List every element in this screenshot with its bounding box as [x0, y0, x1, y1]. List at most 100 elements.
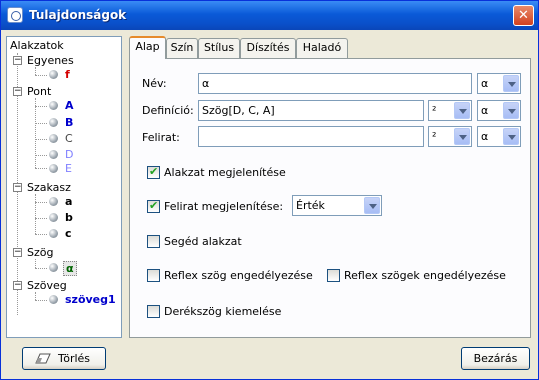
tab-alap[interactable]: Alap	[129, 36, 166, 59]
collapse-icon[interactable]: −	[13, 183, 22, 192]
tree-connector	[35, 67, 36, 75]
close-window-button[interactable]: ✕	[513, 5, 534, 26]
caption-label: Felirat:	[142, 131, 180, 144]
point-icon	[49, 118, 58, 127]
chevron-down-icon	[454, 102, 470, 119]
tree-item-b-segment[interactable]: b	[65, 211, 73, 224]
tree-connector	[35, 268, 47, 269]
tree-group-egyenes[interactable]: Egyenes	[27, 54, 74, 67]
tab-szin[interactable]: Szín	[166, 38, 198, 58]
reflex-angles-label: Reflex szögek engedélyezése	[344, 269, 506, 282]
caption-superscript-combo[interactable]: ²	[428, 126, 472, 147]
collapse-icon[interactable]: −	[13, 87, 22, 96]
collapse-icon[interactable]: −	[13, 281, 22, 290]
delete-button[interactable]: Törlés	[22, 347, 106, 370]
tree-connector	[35, 168, 47, 169]
label-mode-select[interactable]: Érték	[292, 195, 382, 216]
tree-item-szoveg1[interactable]: szöveg1	[65, 293, 116, 306]
name-symbol-combo[interactable]: α	[477, 73, 521, 94]
text-icon	[49, 295, 58, 304]
tree-connector	[35, 218, 47, 219]
caption-superscript-value: ²	[432, 130, 437, 143]
tree-connector	[35, 75, 47, 76]
tree-connector	[35, 300, 47, 301]
tree-connector	[35, 98, 36, 168]
definition-superscript-combo[interactable]: ²	[428, 100, 472, 121]
chevron-down-icon	[503, 75, 519, 92]
name-symbol-value: α	[481, 77, 489, 90]
tree-connector	[35, 123, 47, 124]
segment-icon	[49, 229, 58, 238]
tree-item-b-point[interactable]: B	[65, 116, 73, 129]
tree-connector	[35, 202, 47, 203]
definition-symbol-value: α	[481, 104, 489, 117]
point-icon	[49, 164, 58, 173]
right-angle-label: Derékszög kiemelése	[164, 305, 282, 318]
tree-item-alpha-selected[interactable]: α	[63, 261, 77, 276]
definition-symbol-combo[interactable]: α	[477, 100, 521, 121]
show-label-label: Felirat megjelenítése:	[164, 200, 284, 213]
chevron-down-icon	[503, 102, 519, 119]
tree-group-szoveg[interactable]: Szöveg	[27, 279, 67, 292]
tree-connector	[35, 194, 36, 234]
reflex-angle-label: Reflex szög engedélyezése	[164, 269, 313, 282]
tree-item-f[interactable]: f	[65, 68, 70, 81]
angle-icon	[49, 263, 58, 272]
window-title: Tulajdonságok	[29, 8, 127, 22]
close-button[interactable]: Bezárás	[461, 347, 530, 370]
point-icon	[49, 134, 58, 143]
name-input[interactable]: α	[198, 73, 472, 94]
show-object-label: Alakzat megjelenítése	[164, 166, 286, 179]
auxiliary-object-checkbox[interactable]	[147, 235, 160, 248]
tree-root-label: Alakzatok	[10, 39, 64, 52]
reflex-angle-checkbox[interactable]	[147, 269, 160, 282]
title-bar[interactable]: Tulajdonságok ✕	[1, 1, 538, 30]
definition-input[interactable]: Szög[D, C, A]	[198, 100, 424, 121]
tab-stilus[interactable]: Stílus	[198, 38, 240, 58]
tree-group-szog[interactable]: Szög	[27, 246, 53, 259]
segment-icon	[49, 213, 58, 222]
line-icon	[49, 70, 58, 79]
tree-item-d-point[interactable]: D	[65, 148, 73, 161]
caption-symbol-value: α	[481, 130, 489, 143]
tab-panel-alap: Név: α α Definíció: Szög[D, C, A] ² α Fe…	[129, 58, 531, 338]
properties-window: Tulajdonságok ✕ Alakzatok − Egyenes f − …	[0, 0, 539, 380]
definition-label: Definíció:	[142, 104, 194, 117]
tab-halado[interactable]: Haladó	[296, 38, 348, 58]
tree-connector	[35, 292, 36, 300]
app-icon	[7, 7, 23, 23]
object-tree[interactable]: Alakzatok − Egyenes f − Pont A B C D E −…	[6, 36, 122, 338]
tree-item-a-segment[interactable]: a	[65, 195, 72, 208]
tree-group-szakasz[interactable]: Szakasz	[27, 181, 71, 194]
tree-connector	[35, 139, 47, 140]
point-icon	[49, 101, 58, 110]
delete-button-label: Törlés	[57, 352, 91, 365]
definition-superscript-value: ²	[432, 104, 437, 117]
auxiliary-object-label: Segéd alakzat	[164, 235, 242, 248]
chevron-down-icon	[454, 128, 470, 145]
show-object-checkbox[interactable]	[147, 165, 160, 179]
caption-symbol-combo[interactable]: α	[477, 126, 521, 147]
tree-item-c-segment[interactable]: c	[65, 227, 72, 240]
chevron-down-icon	[503, 128, 519, 145]
tree-group-pont[interactable]: Pont	[27, 85, 51, 98]
eraser-icon	[35, 353, 51, 364]
tab-diszites[interactable]: Díszítés	[240, 38, 296, 58]
tree-connector	[35, 155, 47, 156]
tree-connector	[35, 106, 47, 107]
reflex-angles-checkbox[interactable]	[327, 269, 340, 282]
tree-connector	[35, 259, 36, 268]
tree-connector	[35, 234, 47, 235]
point-icon	[49, 150, 58, 159]
segment-icon	[49, 197, 58, 206]
right-angle-checkbox[interactable]	[147, 305, 160, 318]
collapse-icon[interactable]: −	[13, 56, 22, 65]
tree-item-a-point[interactable]: A	[65, 99, 74, 112]
tree-item-c-point[interactable]: C	[65, 132, 73, 145]
label-mode-value: Érték	[296, 199, 325, 212]
tree-item-e-point[interactable]: E	[65, 162, 72, 175]
collapse-icon[interactable]: −	[13, 248, 22, 257]
caption-input[interactable]	[198, 126, 424, 147]
chevron-down-icon	[364, 197, 380, 214]
show-label-checkbox[interactable]	[147, 199, 160, 213]
